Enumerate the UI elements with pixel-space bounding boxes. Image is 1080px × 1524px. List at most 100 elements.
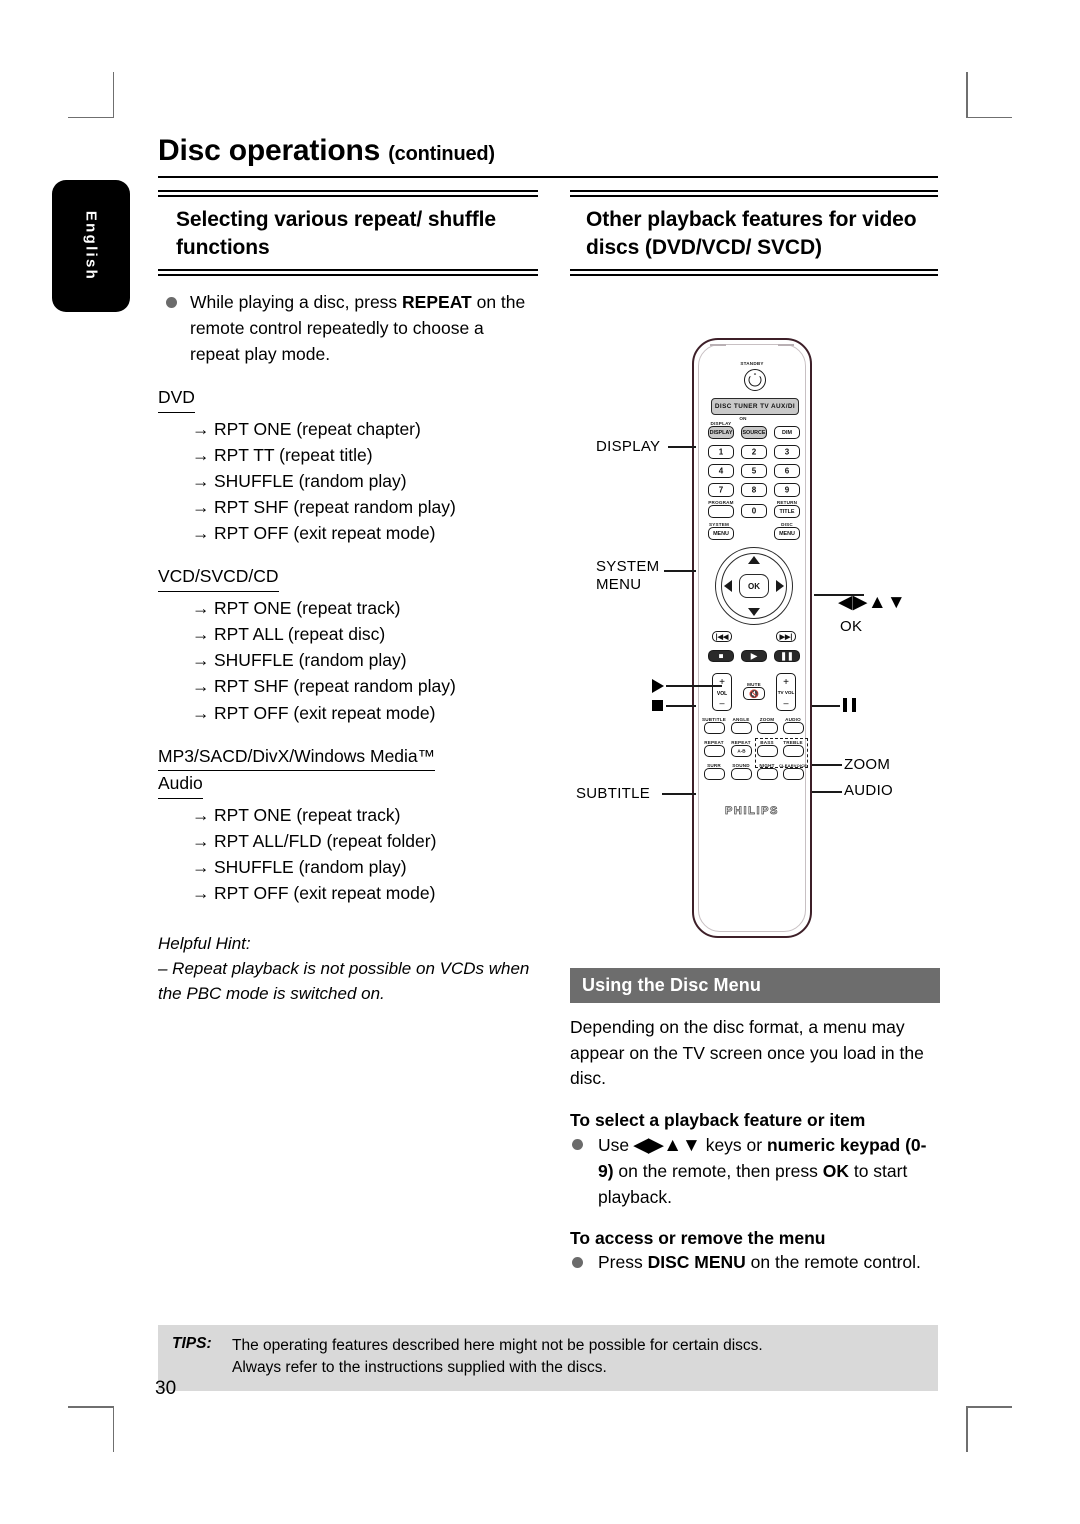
disc-menu-button[interactable]: MENU xyxy=(774,527,800,540)
standby-button[interactable] xyxy=(744,369,766,391)
numeric-key-5[interactable]: 5 xyxy=(741,464,767,478)
title-button-text: TITLE xyxy=(779,508,795,515)
system-menu-button[interactable]: MENU xyxy=(708,527,734,540)
callout-audio-leader xyxy=(812,791,842,793)
numeric-key-7[interactable]: 7 xyxy=(708,483,734,497)
list-item: → RPT SHF (repeat random play) xyxy=(192,494,538,520)
next-icon: ▶▶| xyxy=(779,633,793,641)
nav-up-icon[interactable] xyxy=(748,556,760,564)
tips-label: TIPS: xyxy=(172,1335,212,1352)
section-rule-bottom xyxy=(158,269,538,277)
audio-button[interactable] xyxy=(783,722,804,734)
list-item: → RPT OFF (exit repeat mode) xyxy=(192,520,538,546)
system-menu-button-text: MENU xyxy=(713,530,729,537)
disc-menu-button-text: MENU xyxy=(779,530,795,537)
source-button[interactable]: SOURCE xyxy=(741,426,767,439)
crop-mark-top-right xyxy=(966,72,1012,118)
numeric-key-3[interactable]: 3 xyxy=(774,445,800,459)
pause-button[interactable]: ❚❚ xyxy=(774,650,800,662)
sound-button[interactable] xyxy=(731,768,752,780)
page-title-continued: (continued) xyxy=(388,143,495,165)
bullet-dot-icon xyxy=(166,297,177,309)
tv-volume-rocker[interactable]: + TV VOL – xyxy=(776,673,796,711)
repeat-ab-button[interactable]: A-B xyxy=(731,745,752,757)
bullet2-text2: on the remote control. xyxy=(745,1252,921,1273)
play-button[interactable]: ▶ xyxy=(741,650,767,662)
group-mp3-label: MP3/SACD/DivX/Windows Media™ xyxy=(158,744,538,772)
volume-rocker[interactable]: + VOL – xyxy=(712,673,732,711)
disc-menu-bar: Using the Disc Menu xyxy=(570,968,940,1003)
title-divider xyxy=(158,176,938,178)
group-vcd-list: → RPT ONE (repeat track) → RPT ALL (repeat… xyxy=(158,595,538,726)
numeric-key-6[interactable]: 6 xyxy=(774,464,800,478)
list-item: → RPT TT (repeat title) xyxy=(192,442,538,468)
numeric-key-2[interactable]: 2 xyxy=(741,445,767,459)
clearvoice-button[interactable] xyxy=(783,768,804,780)
tips-line-2: Always refer to the instructions supplie… xyxy=(232,1359,607,1376)
numeric-key-9-label: 9 xyxy=(784,485,790,495)
arrow-icon: → xyxy=(192,650,210,671)
nav-left-icon[interactable] xyxy=(724,580,732,592)
zoom-button[interactable] xyxy=(757,722,778,734)
list-item-label: RPT ONE (repeat track) xyxy=(214,804,401,825)
tv-volume-up-icon[interactable]: + xyxy=(777,677,795,688)
subtitle-button[interactable] xyxy=(704,722,725,734)
group-mp3-label-line2: Audio xyxy=(158,771,203,799)
numeric-key-8-label: 8 xyxy=(751,485,757,495)
arrow-icon: → xyxy=(192,523,210,544)
ir-window-right-icon xyxy=(778,344,794,346)
bullet-dot-icon xyxy=(572,1138,583,1150)
bullet2-text1: Press xyxy=(598,1252,648,1273)
surr-button[interactable] xyxy=(704,768,725,780)
callout-play-icon xyxy=(652,679,664,693)
volume-down-icon[interactable]: – xyxy=(713,698,731,708)
nav-down-icon[interactable] xyxy=(748,608,760,616)
crop-mark-bottom-right xyxy=(966,1406,1012,1452)
mute-button[interactable]: 🔇 xyxy=(743,687,765,700)
next-track-button[interactable]: ▶▶| xyxy=(776,631,796,642)
repeat-button[interactable] xyxy=(704,745,725,757)
pause-icon: ❚❚ xyxy=(780,651,794,661)
list-item-label: RPT ALL/FLD (repeat folder) xyxy=(214,830,437,851)
numeric-key-8[interactable]: 8 xyxy=(741,483,767,497)
bullet-dot-icon xyxy=(572,1257,583,1269)
helpful-hint-title: Helpful Hint: xyxy=(158,934,251,954)
arrow-icon: → xyxy=(192,804,210,825)
crop-mark-bottom-left xyxy=(68,1406,114,1452)
angle-button[interactable] xyxy=(731,722,752,734)
bullet1-bold3: OK xyxy=(822,1161,849,1182)
callout-subtitle-leader xyxy=(662,793,696,795)
numeric-key-0[interactable]: 0 xyxy=(741,504,767,518)
list-item-label: RPT SHF (repeat random play) xyxy=(214,497,456,518)
tv-volume-down-icon[interactable]: – xyxy=(777,698,795,708)
dim-button[interactable]: DIM xyxy=(774,426,800,439)
list-item-label: RPT OFF (exit repeat mode) xyxy=(214,883,436,904)
remote-body: STANDBY DISC TUNER TV AUX/DI ON DISPLAY … xyxy=(692,338,812,938)
previous-track-button[interactable]: |◀◀ xyxy=(712,631,732,642)
night-button[interactable] xyxy=(757,768,778,780)
callout-system-menu: SYSTEM MENU xyxy=(596,558,659,594)
source-selector-bar[interactable]: DISC TUNER TV AUX/DI xyxy=(711,398,799,415)
numeric-key-1[interactable]: 1 xyxy=(708,445,734,459)
navigation-ring[interactable]: OK xyxy=(715,547,793,625)
list-item-label: SHUFFLE (random play) xyxy=(214,857,407,878)
stop-button[interactable]: ■ xyxy=(708,650,734,662)
left-body: While playing a disc, press REPEAT on th… xyxy=(158,290,538,1007)
intro-text-1: While playing a disc, press xyxy=(190,292,403,313)
ok-button[interactable]: OK xyxy=(739,574,769,598)
crop-mark-top-left xyxy=(68,72,114,118)
arrow-icon: → xyxy=(192,676,210,697)
left-section-title: Selecting various repeat/ shuffle functi… xyxy=(176,208,496,259)
prev-icon: |◀◀ xyxy=(715,633,729,641)
title-button[interactable]: TITLE xyxy=(774,505,800,518)
list-item-label: RPT ONE (repeat chapter) xyxy=(214,418,421,439)
bullet-access-menu: Press DISC MENU on the remote control. xyxy=(570,1250,940,1276)
right-section-rule-bottom xyxy=(570,269,938,277)
callout-system-line2: MENU xyxy=(596,576,642,593)
nav-right-icon[interactable] xyxy=(776,580,784,592)
display-button[interactable]: DISPLAY xyxy=(708,426,734,439)
program-button[interactable] xyxy=(708,505,734,518)
arrow-icon: → xyxy=(192,497,210,518)
numeric-key-9[interactable]: 9 xyxy=(774,483,800,497)
numeric-key-4[interactable]: 4 xyxy=(708,464,734,478)
